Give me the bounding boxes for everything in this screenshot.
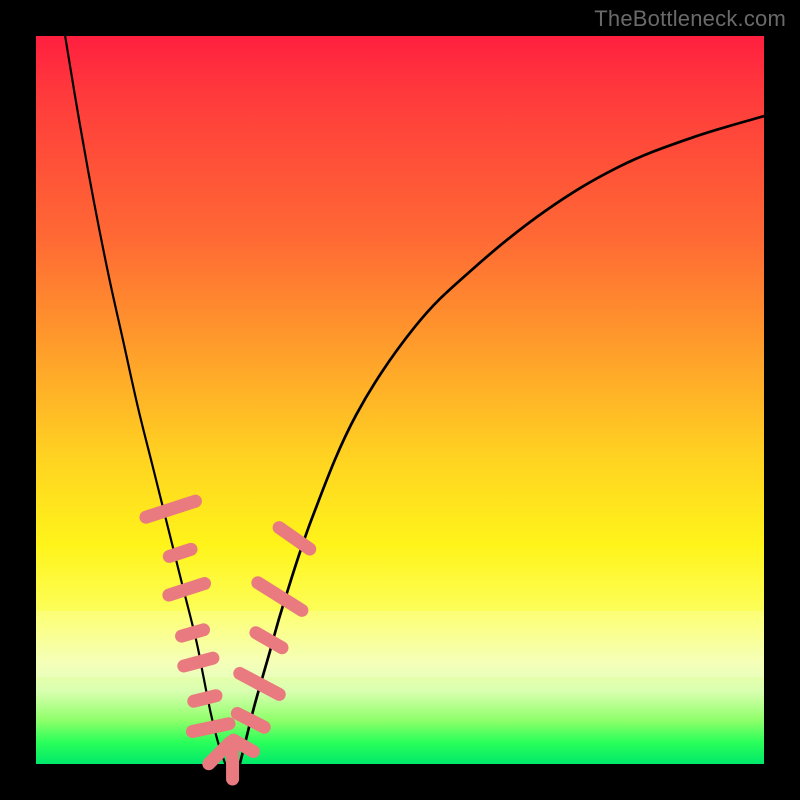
curves-svg xyxy=(36,36,764,764)
bead-marker xyxy=(270,519,319,559)
watermark-text: TheBottleneck.com xyxy=(594,6,786,32)
bead-marker xyxy=(138,493,204,525)
bead-marker xyxy=(229,705,273,736)
right-curve xyxy=(240,116,764,764)
bead-marker xyxy=(231,665,288,704)
chart-stage: TheBottleneck.com xyxy=(0,0,800,800)
beads-group xyxy=(138,493,319,786)
bead-marker xyxy=(161,541,199,564)
plot-area xyxy=(36,36,764,764)
bead-marker xyxy=(186,688,224,709)
